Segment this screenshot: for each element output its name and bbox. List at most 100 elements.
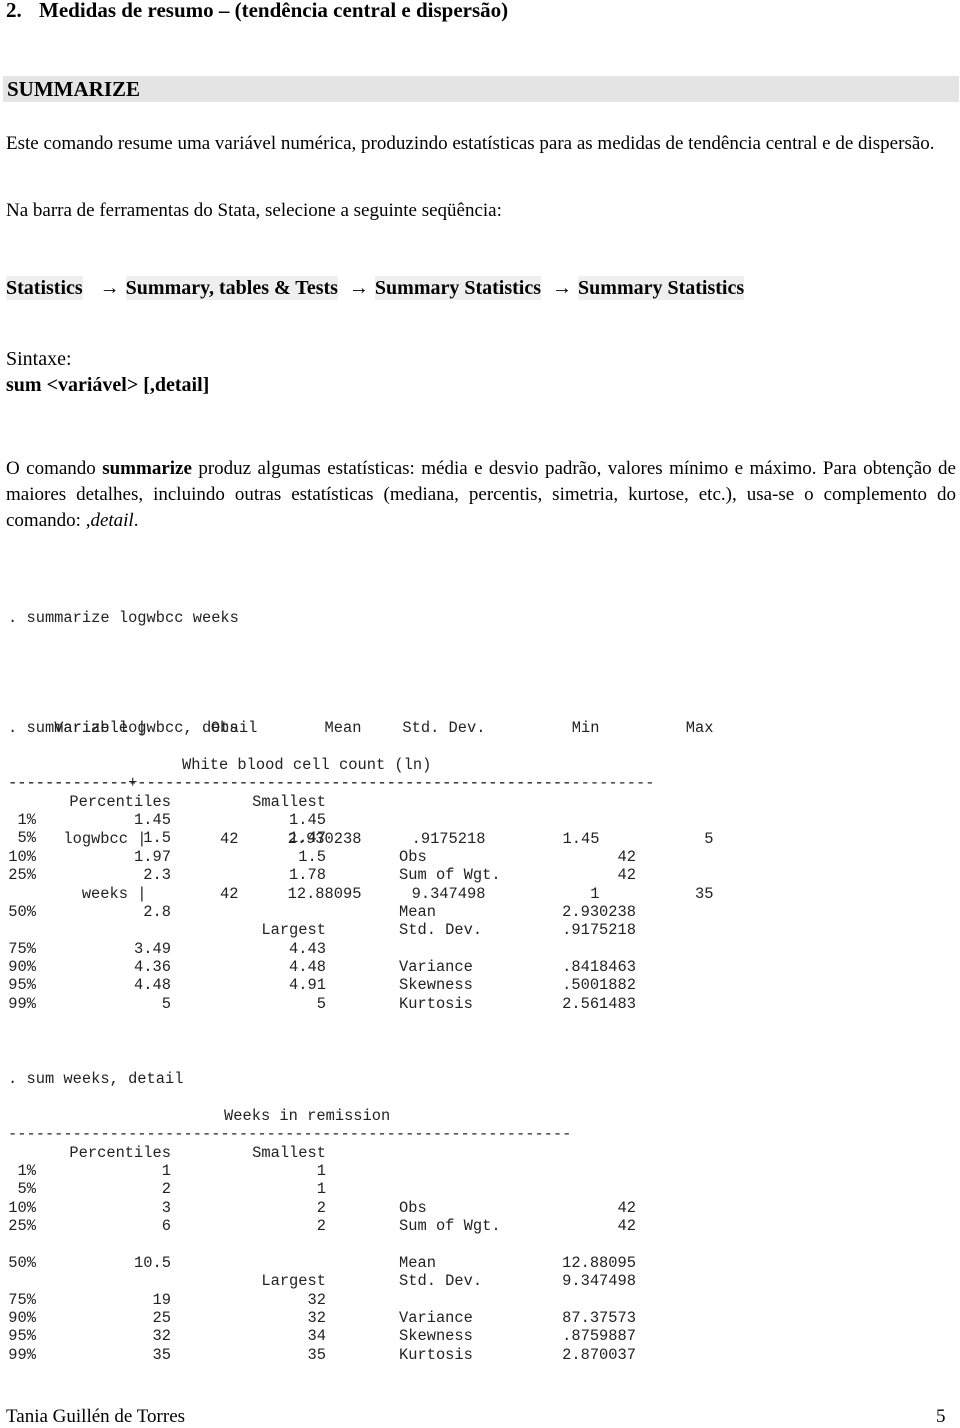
extreme-value: 4.43 [289,939,326,958]
detail-row: 99% 5 5 Kurtosis 2.561483 [8,995,636,1013]
stat-label: Obs [399,1198,427,1217]
stat-label: Std. Dev. [399,1272,483,1291]
percentile-value: 6 [161,1217,171,1236]
detail-header-row: Percentiles Smallest [8,1144,636,1162]
menu-path-item: Summary Statistics [374,276,542,300]
percentile-label: 90% [8,958,36,977]
percentile-value: 1 [161,1161,171,1180]
description-text: O comando [6,458,103,479]
percentile-value: 10.5 [134,1253,171,1272]
detail-row: 1% 1 1 [8,1162,636,1180]
percentile-label: 1% [17,810,36,829]
extreme-value: 1.5 [298,847,326,866]
percentile-value: 2.8 [143,902,171,921]
percentile-value: 5 [161,994,171,1013]
percentile-label: 75% [8,1290,36,1309]
extreme-value: 1 [316,1161,326,1180]
stata-command: . summarize logwbcc, detail [8,719,258,737]
percentile-value: 4.48 [134,976,171,995]
percentile-label: 90% [8,1309,36,1328]
stat-value: 42 [617,866,636,885]
stat-value: 42 [617,1198,636,1217]
detail-title: White blood cell count (ln) [182,755,432,774]
percentile-value: 25 [152,1309,171,1328]
stat-label: Sum of Wgt. [399,1217,501,1236]
detail-output-weeks: . sum weeks, detail Weeks in remission ---… [8,1070,636,1364]
percentile-value: 19 [152,1290,171,1309]
percentile-label: 75% [8,939,36,958]
detail-row: 90% 25 32 Variance 87.37573 [8,1309,636,1327]
percentile-label: 1% [17,1161,36,1180]
stat-label: Variance [399,1309,473,1328]
page-number: 5 [936,1406,946,1427]
extreme-value: 32 [307,1309,326,1328]
stat-value: .5001882 [562,976,636,995]
detail-row: 10% 3 2 Obs 42 [8,1199,636,1217]
arrow-right-icon: → [99,277,120,299]
extreme-value: 4.48 [289,958,326,977]
percentile-value: 3 [161,1198,171,1217]
percentile-label: 99% [8,994,36,1013]
extreme-value: 5 [316,994,326,1013]
stat-label: Mean [399,902,436,921]
extreme-value: 34 [307,1327,326,1346]
extreme-value: 35 [307,1345,326,1364]
percentile-label: 10% [8,847,36,866]
percentile-value: 2 [161,1180,171,1199]
extreme-value: 1.78 [289,866,326,885]
stat-value: 42 [617,1217,636,1236]
extreme-value: 32 [307,1290,326,1309]
stat-value: .9175218 [562,921,636,940]
stat-value: 2.930238 [562,902,636,921]
detail-output-logwbcc: . summarize logwbcc, detail White blood c… [8,719,636,1013]
percentile-value: 4.36 [134,958,171,977]
extreme-value: Smallest [252,792,326,811]
detail-title: Weeks in remission [224,1106,391,1125]
percentile-label: 50% [8,1253,36,1272]
detail-row: 50% 2.8 Mean 2.930238 [8,903,636,921]
command-title-bar: SUMMARIZE [3,76,959,102]
extreme-value: Largest [261,921,326,940]
stat-label: Sum of Wgt. [399,866,501,885]
detail-row: 5% 2 1 [8,1180,636,1198]
extreme-value: 2 [316,1217,326,1236]
detail-header-row: Percentiles Smallest [8,793,636,811]
stat-label: Skewness [399,1327,473,1346]
percentile-value: 1.45 [134,810,171,829]
percentile-value: 35 [152,1345,171,1364]
divider: ----------------------------------------… [8,1125,572,1144]
stata-command: . sum weeks, detail [8,1070,184,1088]
stat-value: 87.37573 [562,1309,636,1328]
stat-value: 9.347498 [562,1272,636,1291]
percentile-label: 95% [8,1327,36,1346]
arrow-right-icon: → [348,277,369,299]
stat-value: 12.88095 [562,1253,636,1272]
syntax-label: Sintaxe: [6,348,72,370]
section-heading: 2. Medidas de resumo – (tendência central… [6,0,508,23]
stat-value: 2.561483 [562,994,636,1013]
stata-command: . summarize logwbcc weeks [8,608,239,627]
detail-row: 95% 4.48 4.91 Skewness .5001882 [8,976,636,994]
intro-paragraph: Este comando resume uma variável numéric… [6,133,935,154]
description-end: . [133,510,139,531]
stat-value: 42 [617,847,636,866]
stat-value: 2.870037 [562,1345,636,1364]
extreme-value: 4.91 [289,976,326,995]
footer-author: Tania Guillén de Torres [6,1406,186,1427]
percentile-label: 5% [17,829,36,848]
section-number: 2. [6,0,22,22]
menu-path: Statistics → Summary, tables & Tests → Sum… [6,276,745,300]
command-name: summarize [102,458,192,479]
divider: ----------------------------------------… [8,774,572,793]
extreme-value: Smallest [252,1143,326,1162]
percentile-label: 25% [8,1217,36,1236]
percentile-label: 5% [17,1180,36,1199]
extreme-value: 2 [316,1198,326,1217]
stat-label: Skewness [399,976,473,995]
stat-label: Variance [399,958,473,977]
percentile-value: 1.5 [143,829,171,848]
extreme-value: 1.45 [289,810,326,829]
detail-row: 95% 32 34 Skewness .8759887 [8,1327,636,1345]
detail-row: 25% 6 2 Sum of Wgt. 42 [8,1217,636,1235]
menu-path-item: Summary Statistics [578,276,745,300]
